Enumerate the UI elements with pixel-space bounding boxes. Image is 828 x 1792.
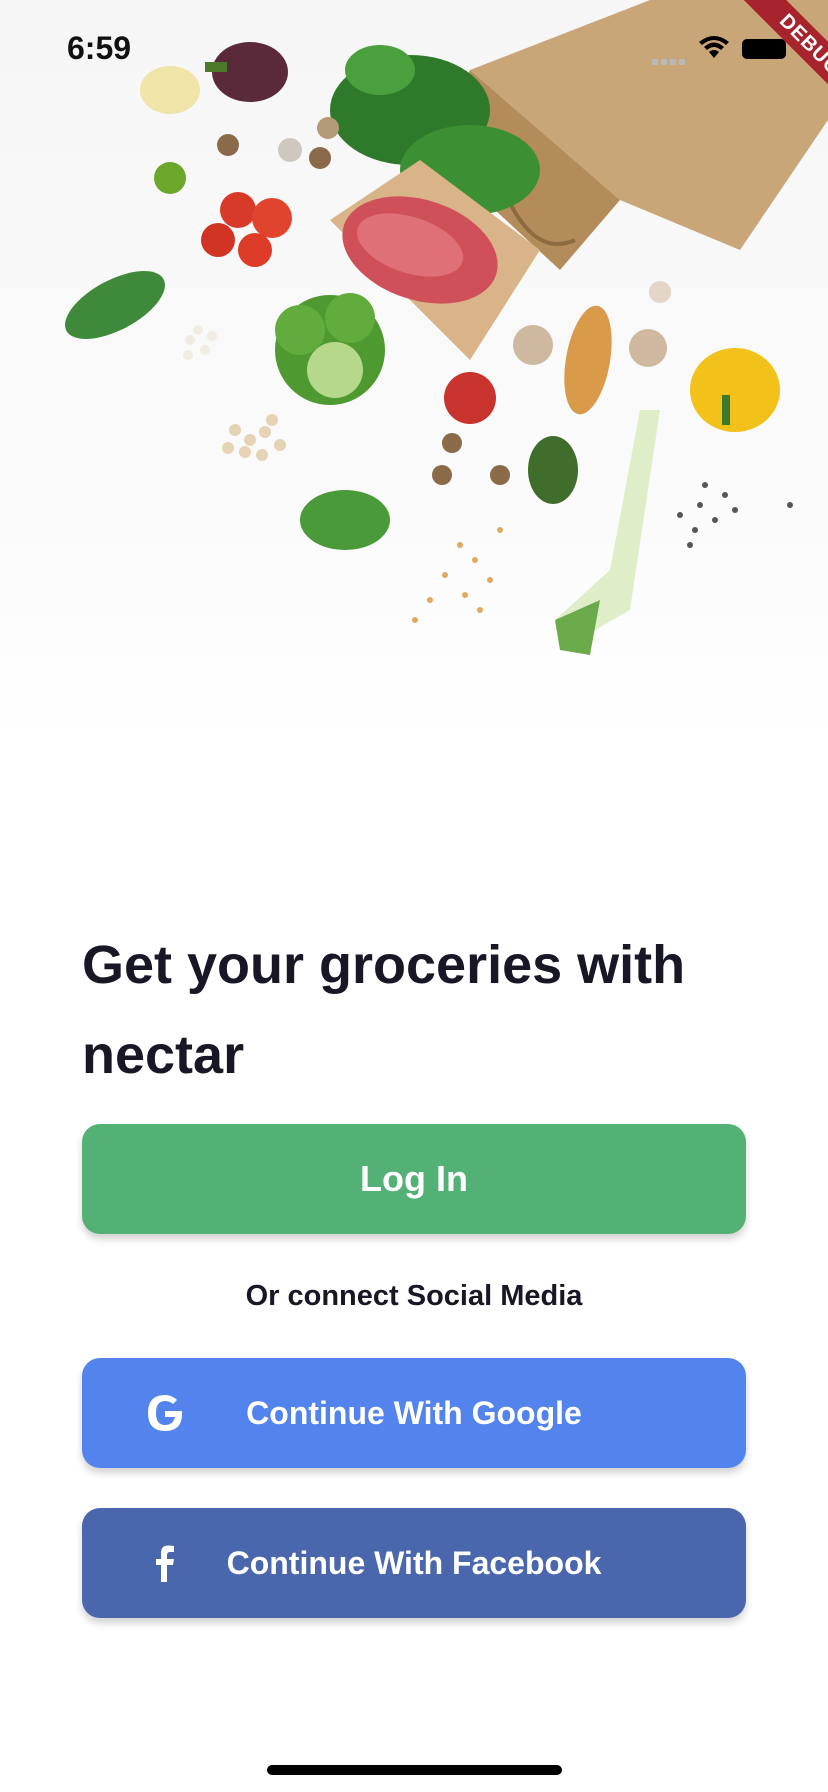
google-signin-button[interactable]: Continue With Google bbox=[82, 1358, 746, 1468]
battery-icon bbox=[742, 39, 786, 59]
groceries-illustration bbox=[65, 0, 828, 655]
hero-image bbox=[0, 0, 828, 750]
facebook-button-label: Continue With Facebook bbox=[226, 1544, 602, 1581]
home-indicator bbox=[267, 1765, 562, 1775]
google-button-label: Continue With Google bbox=[246, 1394, 582, 1431]
login-button-label: Log In bbox=[360, 1158, 468, 1199]
facebook-icon bbox=[156, 1545, 174, 1582]
status-bar: 6:59 bbox=[0, 0, 828, 100]
cellular-signal-icon bbox=[652, 52, 688, 70]
onboarding-screen: 6:59 DEBUG Get your groceries with necta… bbox=[0, 0, 828, 1792]
google-icon bbox=[148, 1395, 182, 1431]
page-title: Get your groceries with nectar bbox=[82, 935, 686, 1085]
status-time: 6:59 bbox=[67, 30, 132, 66]
facebook-signin-button[interactable]: Continue With Facebook bbox=[82, 1508, 746, 1618]
social-connect-prompt: Or connect Social Media bbox=[245, 1280, 583, 1312]
login-button[interactable]: Log In bbox=[82, 1124, 746, 1234]
wifi-icon bbox=[699, 36, 729, 58]
